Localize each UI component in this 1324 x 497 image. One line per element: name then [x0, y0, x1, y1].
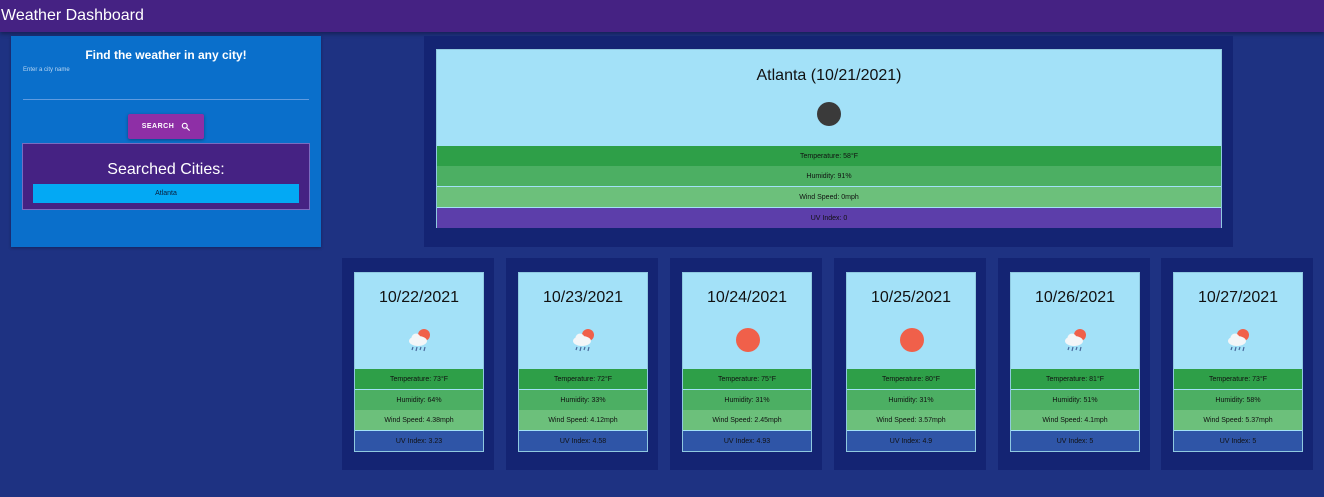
search-icon: [182, 122, 191, 131]
rain-sun-icon: [1228, 329, 1249, 352]
rain-sun-icon: [409, 329, 430, 352]
forecast-temperature: Temperature: 81°F: [1011, 369, 1139, 389]
forecast-day-5: 10/26/2021 Temperature: 81°F Humidity: 5…: [998, 258, 1150, 470]
rain-sun-icon: [573, 329, 594, 352]
moon-icon: [817, 102, 841, 126]
forecast-card: 10/26/2021 Temperature: 81°F Humidity: 5…: [1010, 272, 1140, 452]
forecast-uv-index: UV Index: 4.58: [519, 431, 647, 451]
forecast-date: 10/25/2021: [870, 289, 952, 306]
current-city-title: Atlanta (10/21/2021): [756, 67, 902, 84]
forecast-card: 10/25/2021 Temperature: 80°F Humidity: 3…: [846, 272, 976, 452]
forecast-uv-index: UV Index: 5: [1174, 431, 1302, 451]
forecast-humidity: Humidity: 58%: [1174, 390, 1302, 410]
current-weather-card: Atlanta (10/21/2021) Temperature: 58°F H…: [436, 49, 1222, 228]
forecast-day-4: 10/25/2021 Temperature: 80°F Humidity: 3…: [834, 258, 986, 470]
app-bar: Weather Dashboard: [0, 0, 1324, 32]
forecast-uv-index: UV Index: 4.93: [683, 431, 811, 451]
forecast-date: 10/23/2021: [542, 289, 624, 306]
current-weather-section: Atlanta (10/21/2021) Temperature: 58°F H…: [424, 36, 1233, 247]
current-uv-index: UV Index: 0: [437, 208, 1221, 228]
forecast-temperature: Temperature: 72°F: [519, 369, 647, 389]
forecast-date: 10/24/2021: [706, 289, 788, 306]
forecast-wind-speed: Wind Speed: 4.1mph: [1011, 410, 1139, 430]
forecast-humidity: Humidity: 31%: [683, 390, 811, 410]
forecast-day-2: 10/23/2021 Temperature: 72°F Humidity: 3…: [506, 258, 658, 470]
forecast-day-3: 10/24/2021 Temperature: 75°F Humidity: 3…: [670, 258, 822, 470]
city-input-label: Enter a city name: [23, 67, 70, 73]
app-title: Weather Dashboard: [1, 7, 144, 24]
forecast-card: 10/22/2021 Temperature: 73°F Humidity: 6…: [354, 272, 484, 452]
forecast-card: 10/23/2021 Temperature: 72°F Humidity: 3…: [518, 272, 648, 452]
forecast-temperature: Temperature: 80°F: [847, 369, 975, 389]
search-panel: Find the weather in any city! Enter a ci…: [11, 36, 321, 247]
forecast-card: 10/27/2021 Temperature: 73°F Humidity: 5…: [1173, 272, 1303, 452]
forecast-humidity: Humidity: 33%: [519, 390, 647, 410]
forecast-uv-index: UV Index: 3.23: [355, 431, 483, 451]
forecast-wind-speed: Wind Speed: 4.38mph: [355, 410, 483, 430]
sun-icon: [900, 328, 924, 352]
forecast-date: 10/26/2021: [1034, 289, 1116, 306]
forecast-temperature: Temperature: 75°F: [683, 369, 811, 389]
forecast-humidity: Humidity: 31%: [847, 390, 975, 410]
city-search-input[interactable]: [23, 76, 309, 100]
sun-icon: [736, 328, 760, 352]
forecast-day-1: 10/22/2021 Temperature: 73°F Humidity: 6…: [342, 258, 494, 470]
forecast-temperature: Temperature: 73°F: [355, 369, 483, 389]
forecast-day-6: 10/27/2021 Temperature: 73°F Humidity: 5…: [1161, 258, 1313, 470]
forecast-wind-speed: Wind Speed: 3.57mph: [847, 410, 975, 430]
current-wind-speed: Wind Speed: 0mph: [437, 187, 1221, 207]
searched-cities-panel: Searched Cities: Atlanta: [22, 143, 310, 210]
forecast-humidity: Humidity: 51%: [1011, 390, 1139, 410]
history-city-button[interactable]: Atlanta: [33, 184, 299, 203]
forecast-uv-index: UV Index: 5: [1011, 431, 1139, 451]
forecast-wind-speed: Wind Speed: 2.45mph: [683, 410, 811, 430]
search-heading: Find the weather in any city!: [85, 48, 247, 62]
forecast-temperature: Temperature: 73°F: [1174, 369, 1302, 389]
forecast-wind-speed: Wind Speed: 4.12mph: [519, 410, 647, 430]
search-button-label: SEARCH: [141, 123, 175, 130]
forecast-date: 10/22/2021: [378, 289, 460, 306]
forecast-humidity: Humidity: 64%: [355, 390, 483, 410]
searched-cities-title: Searched Cities:: [107, 161, 225, 178]
forecast-date: 10/27/2021: [1197, 289, 1279, 306]
forecast-wind-speed: Wind Speed: 5.37mph: [1174, 410, 1302, 430]
forecast-card: 10/24/2021 Temperature: 75°F Humidity: 3…: [682, 272, 812, 452]
search-button[interactable]: SEARCH: [128, 114, 204, 139]
forecast-uv-index: UV Index: 4.9: [847, 431, 975, 451]
rain-sun-icon: [1065, 329, 1086, 352]
current-humidity: Humidity: 91%: [437, 166, 1221, 186]
current-temperature: Temperature: 58°F: [437, 146, 1221, 166]
